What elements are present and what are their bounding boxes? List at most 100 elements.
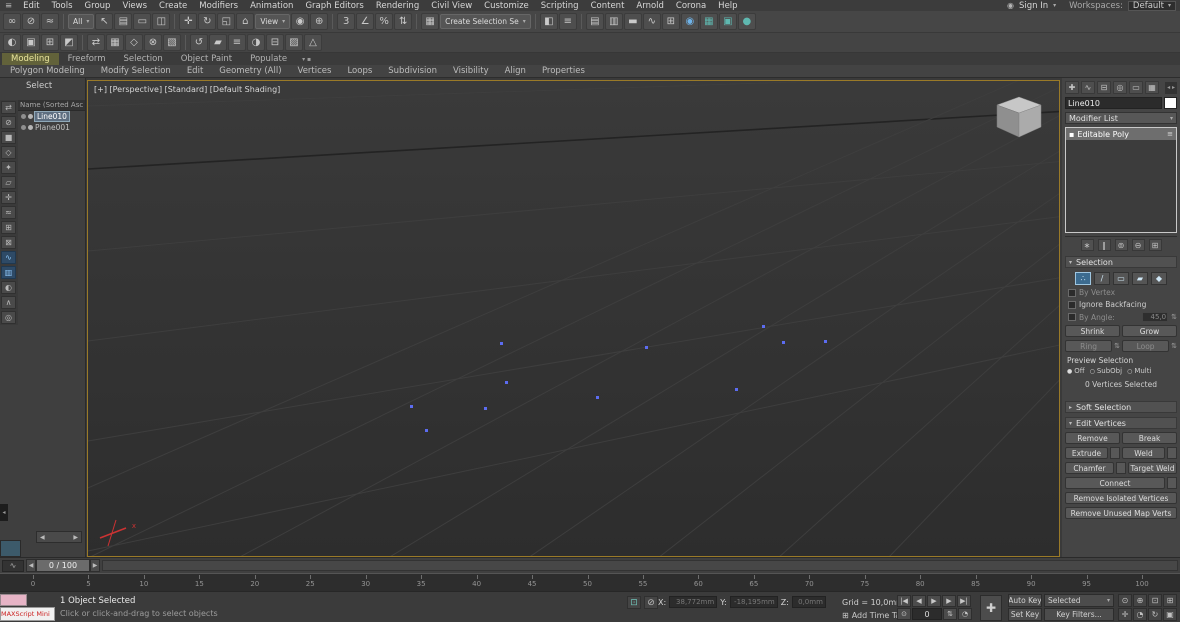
edit-vertices-rollout-header[interactable]: ▾ Edit Vertices: [1065, 417, 1177, 429]
spinner-icon[interactable]: ⇅: [1171, 313, 1177, 321]
by-vertex-checkbox[interactable]: [1068, 288, 1076, 297]
angle-snap-toggle-icon[interactable]: ∠: [356, 13, 375, 30]
zoom-extents-all-icon[interactable]: ⊞: [1163, 594, 1177, 607]
menu-animation[interactable]: Animation: [244, 1, 299, 11]
window-crossing-toggle-icon[interactable]: ◫: [152, 13, 171, 30]
selection-rollout-header[interactable]: ▾ Selection: [1065, 256, 1177, 268]
chamfer-button[interactable]: Chamfer: [1065, 462, 1114, 474]
preview-subobj-radio[interactable]: ○ SubObj: [1090, 367, 1122, 375]
border-subobject-icon[interactable]: ▭: [1113, 272, 1129, 285]
element-subobject-icon[interactable]: ◆: [1151, 272, 1167, 285]
zoom-all-icon[interactable]: ⊕: [1133, 594, 1147, 607]
pan-icon[interactable]: ✛: [1118, 608, 1132, 621]
filter-combinator-icon[interactable]: ∧: [1, 296, 16, 309]
previous-frame-arrow-icon[interactable]: ◀: [26, 559, 36, 572]
polygon-subobject-icon[interactable]: ▰: [1132, 272, 1148, 285]
extra-tool-15-icon[interactable]: ▨: [285, 34, 303, 51]
menu-views[interactable]: Views: [116, 1, 153, 11]
edge-subobject-icon[interactable]: /: [1094, 272, 1110, 285]
ring-button[interactable]: Ring: [1065, 340, 1113, 352]
set-keys-button[interactable]: ✚: [980, 595, 1002, 621]
extra-tool-2-icon[interactable]: ▣: [22, 34, 40, 51]
select-and-place-icon[interactable]: ⌂: [236, 13, 255, 30]
ribbon-group-subdivision[interactable]: Subdivision: [380, 66, 445, 76]
ribbon-group-modify-selection[interactable]: Modify Selection: [93, 66, 179, 76]
extra-tool-14-icon[interactable]: ⊟: [266, 34, 284, 51]
sign-in-button[interactable]: Sign In: [1019, 1, 1048, 11]
vertex-point[interactable]: [735, 388, 738, 391]
rectangular-selection-region-icon[interactable]: ▭: [133, 13, 152, 30]
track-bar-ruler[interactable]: 0 5 10 15 20 25 30 35 40 45 50 55 60 65 70 75 80 85 90 95 10…: [0, 573, 1180, 591]
scroll-right-icon[interactable]: ▶: [73, 534, 78, 541]
y-coordinate-field[interactable]: -18,195mm: [729, 596, 778, 608]
display-helpers-icon[interactable]: ✛: [1, 191, 16, 204]
stack-item-editable-poly[interactable]: ▪ Editable Poly ≡: [1066, 128, 1176, 140]
add-time-tag[interactable]: ⊞ Add Time Tag: [842, 611, 905, 620]
display-geometry-icon[interactable]: ■: [1, 131, 16, 144]
extra-tool-10-icon[interactable]: ↺: [190, 34, 208, 51]
name-column-header[interactable]: Name (Sorted Asc: [18, 100, 85, 111]
menu-arnold[interactable]: Arnold: [630, 1, 670, 11]
extra-tool-9-icon[interactable]: ▧: [163, 34, 181, 51]
tab-create-icon[interactable]: ✚: [1065, 81, 1079, 94]
lock-cell-editing-icon[interactable]: ⊘: [1, 116, 16, 129]
selection-set-dropdown[interactable]: Selected ▾: [1044, 594, 1114, 607]
menu-rendering[interactable]: Rendering: [370, 1, 425, 11]
pin-stack-icon[interactable]: ∗: [1080, 239, 1094, 251]
toggle-ribbon-icon[interactable]: ▬: [623, 13, 642, 30]
vertex-subobject-icon[interactable]: ∴: [1075, 272, 1091, 285]
scene-object-row[interactable]: Plane001: [18, 122, 85, 133]
scroll-left-icon[interactable]: ◀: [40, 534, 45, 541]
go-to-start-button[interactable]: |◀: [897, 595, 911, 607]
menu-modifiers[interactable]: Modifiers: [193, 1, 244, 11]
soft-selection-rollout-header[interactable]: ▸ Soft Selection: [1065, 401, 1177, 413]
ring-spinner[interactable]: ⇅: [1114, 342, 1120, 350]
play-animation-button[interactable]: ▶: [927, 595, 941, 607]
ribbon-group-vertices[interactable]: Vertices: [290, 66, 340, 76]
view-cube-icon[interactable]: [995, 95, 1043, 141]
next-frame-button[interactable]: ▶: [942, 595, 956, 607]
reference-coordinate-system-dropdown[interactable]: View ▾: [255, 14, 291, 29]
render-production-icon[interactable]: ●: [737, 13, 756, 30]
x-coordinate-field[interactable]: 38,772mm: [669, 596, 718, 608]
zoom-icon[interactable]: ⊙: [1118, 594, 1132, 607]
remove-isolated-vertices-button[interactable]: Remove Isolated Vertices: [1065, 492, 1177, 504]
stack-row-menu-icon[interactable]: ≡: [1167, 130, 1173, 138]
menu-content[interactable]: Content: [585, 1, 631, 11]
extra-tool-3-icon[interactable]: ⊞: [41, 34, 59, 51]
remove-unused-map-verts-button[interactable]: Remove Unused Map Verts: [1065, 507, 1177, 519]
ribbon-group-edit[interactable]: Edit: [179, 66, 211, 76]
preview-multi-radio[interactable]: ○ Multi: [1127, 367, 1151, 375]
previous-frame-button[interactable]: ◀: [912, 595, 926, 607]
macro-recorder-field[interactable]: [0, 594, 27, 606]
menu-group[interactable]: Group: [79, 1, 117, 11]
workspace-dropdown[interactable]: Default ▾: [1127, 0, 1176, 11]
menu-graph-editors[interactable]: Graph Editors: [299, 1, 369, 11]
grow-button[interactable]: Grow: [1122, 325, 1177, 337]
vertex-point[interactable]: [782, 341, 785, 344]
select-and-manipulate-icon[interactable]: ⊕: [310, 13, 329, 30]
panel-scroll-icons[interactable]: ◂ ▸: [1165, 81, 1177, 94]
find-object-icon[interactable]: ◎: [1, 311, 16, 324]
use-pivot-point-icon[interactable]: ◉: [291, 13, 310, 30]
frame-spinner-icon[interactable]: ⇅: [943, 608, 957, 620]
extra-tool-1-icon[interactable]: ◐: [3, 34, 21, 51]
by-angle-checkbox[interactable]: [1068, 313, 1076, 321]
by-angle-field[interactable]: 45,0: [1142, 312, 1169, 322]
display-groups-icon[interactable]: ⊞: [1, 221, 16, 234]
maxscript-mini-listener[interactable]: MAXScript Mini: [0, 607, 55, 621]
select-and-link-icon[interactable]: ∞: [3, 13, 21, 30]
scene-object-row[interactable]: Line010: [18, 111, 85, 122]
vertex-point[interactable]: [500, 342, 503, 345]
menu-corona[interactable]: Corona: [670, 1, 712, 11]
tab-hierarchy-icon[interactable]: ⊟: [1097, 81, 1111, 94]
orbit-icon[interactable]: ↻: [1148, 608, 1162, 621]
extra-tool-12-icon[interactable]: ≡: [228, 34, 246, 51]
show-end-result-icon[interactable]: ‖: [1097, 239, 1111, 251]
key-mode-toggle-icon[interactable]: ⊙: [897, 608, 911, 620]
perspective-viewport[interactable]: [+] [Perspective] [Standard] [Default Sh…: [87, 80, 1060, 557]
extra-tool-6-icon[interactable]: ▦: [106, 34, 124, 51]
shrink-button[interactable]: Shrink: [1065, 325, 1120, 337]
align-icon[interactable]: ≡: [558, 13, 577, 30]
ribbon-tab-modeling[interactable]: Modeling: [2, 53, 59, 65]
